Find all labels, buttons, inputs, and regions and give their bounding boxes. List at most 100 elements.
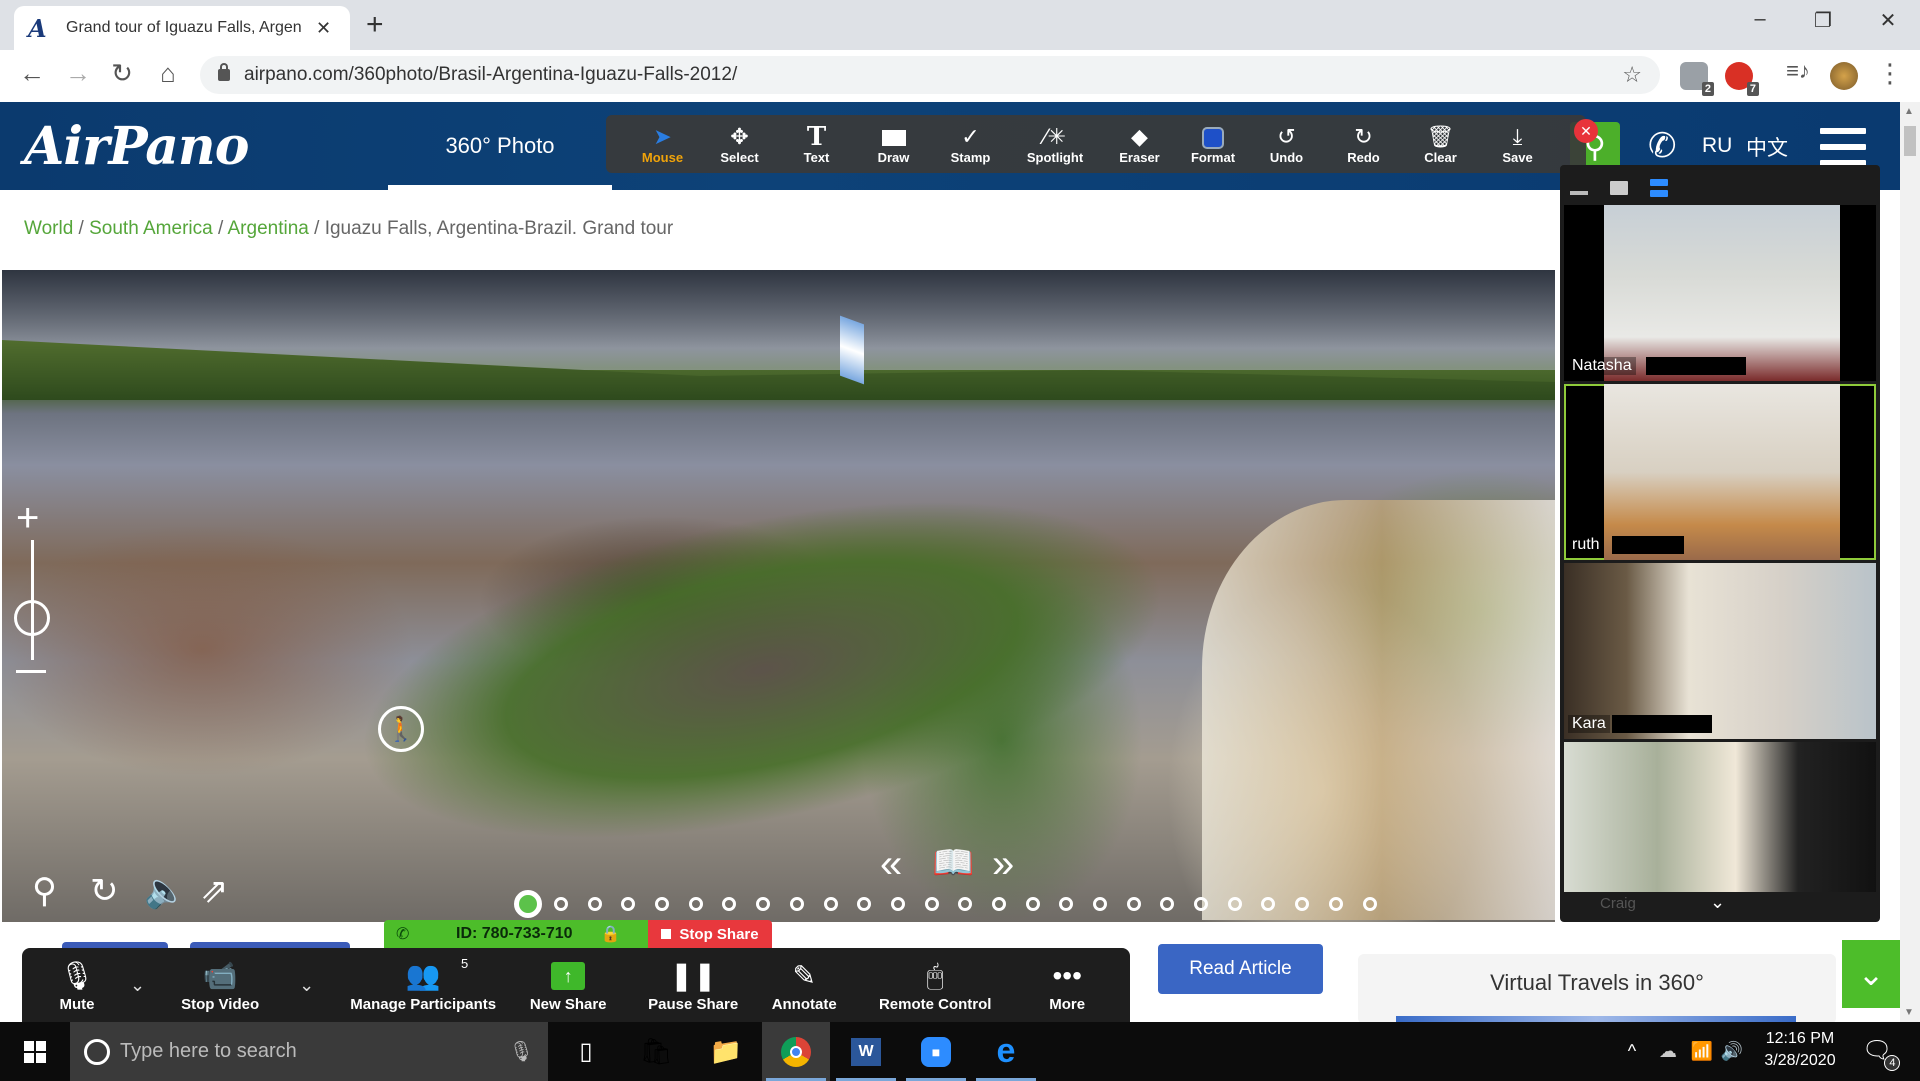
- single-view-icon[interactable]: [1610, 181, 1628, 195]
- remote-control-button[interactable]: 🖱 Remote Control: [879, 958, 992, 1013]
- participant-video-tile[interactable]: [1564, 742, 1876, 892]
- annot-tool-redo[interactable]: ↻ Redo: [1325, 124, 1402, 165]
- wifi-icon[interactable]: 📶: [1686, 1022, 1718, 1081]
- microsoft-store-icon[interactable]: 🛍: [622, 1022, 690, 1081]
- chevron-down-icon[interactable]: ⌄: [1710, 892, 1725, 913]
- zoom-slider-handle[interactable]: [14, 600, 50, 636]
- action-center-icon[interactable]: 🗨 4: [1862, 1036, 1901, 1071]
- volume-icon[interactable]: 🔊: [1716, 1022, 1748, 1081]
- pagination-dot[interactable]: [890, 897, 905, 911]
- show-hidden-icons-chevron[interactable]: ^: [1612, 1022, 1652, 1081]
- onedrive-error-icon[interactable]: ☁: [1650, 1022, 1686, 1081]
- participant-video-tile[interactable]: ruth: [1564, 384, 1876, 560]
- annot-tool-eraser[interactable]: ◆ Eraser: [1101, 124, 1178, 165]
- pagination-dot[interactable]: [1093, 897, 1107, 911]
- annot-tool-undo[interactable]: ↺ Undo: [1248, 124, 1325, 165]
- airpano-logo[interactable]: AirPano: [24, 116, 249, 177]
- participant-video-tile[interactable]: Kara: [1564, 563, 1876, 739]
- zoom-in-icon[interactable]: +: [16, 498, 39, 538]
- scroll-up-icon[interactable]: ▲: [1904, 106, 1914, 117]
- profile-avatar[interactable]: [1830, 62, 1858, 90]
- mute-button[interactable]: 🎙 Mute: [50, 958, 104, 1013]
- pagination-dot[interactable]: [823, 897, 838, 911]
- virtual-travels-card[interactable]: Virtual Travels in 360°: [1358, 954, 1836, 1024]
- microphone-icon[interactable]: 🎙: [509, 1039, 534, 1064]
- book-icon[interactable]: 📖: [932, 846, 974, 880]
- zoom-out-icon[interactable]: [16, 670, 46, 673]
- pagination-dot[interactable]: [924, 897, 939, 911]
- pagination-dot[interactable]: [991, 897, 1006, 911]
- walk-mode-hiker-icon[interactable]: 🚶: [378, 706, 424, 752]
- pagination-dot[interactable]: [857, 897, 872, 911]
- zoom-taskbar-icon[interactable]: ■: [902, 1022, 970, 1081]
- share-icon[interactable]: ⇗: [200, 874, 229, 908]
- hamburger-menu-icon[interactable]: [1820, 128, 1866, 166]
- pagination-dot-active[interactable]: [514, 890, 542, 918]
- privacy-badger-icon[interactable]: 2: [1680, 62, 1714, 96]
- close-window-button[interactable]: ✕: [1868, 8, 1908, 33]
- start-button[interactable]: [0, 1022, 70, 1081]
- scroll-down-icon[interactable]: ▼: [1904, 1007, 1914, 1018]
- task-view-icon[interactable]: ▯: [552, 1022, 620, 1081]
- page-scrollbar[interactable]: ▲ ▼: [1900, 102, 1920, 1022]
- pagination-dot[interactable]: [554, 897, 568, 911]
- expand-chevron-button[interactable]: ⌄: [1842, 940, 1900, 1008]
- taskbar-search-box[interactable]: Type here to search 🎙: [70, 1022, 548, 1081]
- annotate-button[interactable]: ✎ Annotate: [764, 958, 844, 1013]
- pause-share-button[interactable]: ❚❚ Pause Share: [648, 958, 738, 1013]
- new-share-button[interactable]: ↑ New Share: [528, 958, 608, 1013]
- minimize-button[interactable]: –: [1740, 8, 1780, 31]
- stop-share-button[interactable]: Stop Share: [648, 920, 772, 948]
- taskbar-clock[interactable]: 12:16 PM 3/28/2020: [1760, 1028, 1840, 1072]
- pagination-dot[interactable]: [587, 897, 602, 911]
- annot-tool-save[interactable]: ⤓ Save: [1479, 124, 1556, 165]
- annot-tool-text[interactable]: T Text: [778, 124, 855, 165]
- pagination-dot[interactable]: [1227, 897, 1242, 911]
- new-tab-button[interactable]: +: [366, 8, 384, 42]
- pagination-dot[interactable]: [756, 897, 771, 911]
- phone-icon[interactable]: ✆: [1648, 126, 1677, 166]
- back-button[interactable]: ←: [14, 58, 50, 89]
- annot-tool-mouse[interactable]: ➤ Mouse: [624, 124, 701, 165]
- annot-tool-stamp[interactable]: ✓ Stamp: [932, 124, 1009, 165]
- pagination-dot[interactable]: [1328, 897, 1343, 911]
- pagination-dot[interactable]: [655, 897, 670, 911]
- reload-button[interactable]: ↻: [104, 58, 140, 89]
- annot-tool-clear[interactable]: 🗑 Clear: [1402, 124, 1479, 165]
- word-taskbar-icon[interactable]: W: [832, 1022, 900, 1081]
- manage-participants-button[interactable]: 👥 5 Manage Participants: [348, 956, 498, 1013]
- annot-tool-spotlight[interactable]: ⁄✳ Spotlight: [1009, 124, 1101, 165]
- next-panorama-icon[interactable]: »: [992, 844, 1014, 884]
- pagination-dot[interactable]: [1362, 897, 1377, 911]
- chrome-menu-icon[interactable]: ⋮: [1872, 58, 1908, 89]
- language-ru-link[interactable]: RU: [1702, 134, 1732, 158]
- panorama-viewer[interactable]: + 🚶 ⚲ ↻ 🔈 ⇗ « 📖 »: [2, 270, 1555, 922]
- annot-tool-format[interactable]: Format: [1178, 124, 1248, 165]
- browser-tab[interactable]: A Grand tour of Iguazu Falls, Argen ✕: [14, 6, 350, 50]
- pagination-dot[interactable]: [1194, 897, 1209, 911]
- video-options-chevron-icon[interactable]: ⌄: [299, 975, 314, 996]
- sound-icon[interactable]: 🔈: [144, 874, 186, 908]
- pagination-dot[interactable]: [1059, 897, 1074, 911]
- minimize-video-icon[interactable]: [1570, 191, 1588, 195]
- pagination-dot[interactable]: [722, 897, 737, 911]
- adblock-icon[interactable]: 7: [1725, 62, 1759, 96]
- media-control-icon[interactable]: ≡♪: [1780, 58, 1816, 84]
- scrollbar-thumb[interactable]: [1904, 126, 1916, 156]
- more-button[interactable]: ••• More: [1042, 958, 1092, 1013]
- nav-360-photo[interactable]: 360° Photo: [388, 102, 612, 190]
- pagination-dot[interactable]: [789, 897, 804, 911]
- breadcrumb-argentina[interactable]: Argentina: [228, 218, 309, 239]
- read-article-button[interactable]: Read Article: [1158, 944, 1323, 994]
- pagination-dot[interactable]: [1295, 897, 1310, 911]
- participant-video-tile[interactable]: Natasha: [1564, 205, 1876, 381]
- audio-options-chevron-icon[interactable]: ⌄: [130, 975, 145, 996]
- breadcrumb-south-america[interactable]: South America: [89, 218, 213, 239]
- previous-panorama-icon[interactable]: «: [880, 844, 902, 884]
- breadcrumb-world[interactable]: World: [24, 218, 73, 239]
- restore-button[interactable]: ❐: [1803, 8, 1843, 33]
- annot-tool-select[interactable]: ✥ Select: [701, 124, 778, 165]
- autorotate-icon[interactable]: ↻: [90, 874, 119, 908]
- gallery-list-view-icon[interactable]: [1650, 179, 1668, 197]
- pagination-dot[interactable]: [1261, 897, 1276, 911]
